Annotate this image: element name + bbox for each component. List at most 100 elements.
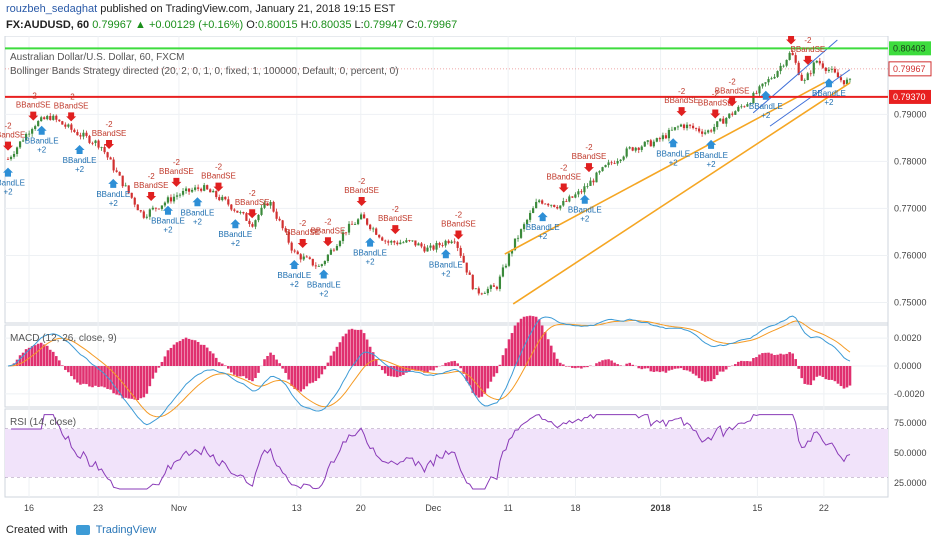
sell-qty-label: -2 [173,158,181,167]
buy-qty-label: +2 [193,217,203,226]
candle-body [160,205,164,209]
candle-body [559,205,562,209]
sell-signal-label: BBandSE [16,101,51,110]
tradingview-brand[interactable]: TradingView [96,524,157,536]
candle-body [685,124,689,129]
high-value: 0.80035 [311,19,352,31]
candle-body [15,147,19,154]
candle-body [679,124,683,127]
candle-body [489,285,492,289]
price-tick-label: 0.75000 [894,298,927,308]
sell-signal-label: BBandSE [159,167,194,176]
candle-body [743,106,746,108]
candle-body [209,189,212,193]
sell-qty-label: -2 [105,120,113,129]
candle-body [103,147,106,153]
candle-body [79,135,82,137]
candle-body [722,118,725,124]
candle-body [206,185,209,190]
rsi-tick-label: 25.0000 [894,478,927,488]
candle-body [94,140,97,143]
candle-body [610,162,613,164]
candle-body [598,171,601,173]
candle-body [486,288,489,294]
candle-body [824,67,827,71]
candle-body [109,157,112,160]
candle-body [200,188,203,191]
candle-body [583,186,586,193]
candle-body [507,253,511,266]
candle-body [121,175,124,187]
candle-body [411,240,414,242]
candle-body [480,293,483,295]
candle-body [773,76,776,79]
candle-body [402,242,405,244]
buy-signal-label: BBandLE [694,151,728,160]
candle-body [640,146,643,150]
candle-body [396,242,399,245]
candle-body [245,213,248,221]
candle-body [414,240,417,246]
candle-body [269,201,272,206]
candle-body [218,197,221,201]
sell-signal-label: BBandSE [698,99,733,108]
price-change: ▲ +0.00129 (+0.16%) [135,19,244,31]
close-label: C: [406,19,418,31]
candle-body [221,196,224,201]
buy-qty-label: +2 [290,280,300,289]
candle-body [794,55,797,63]
candle-body [664,135,668,139]
sell-qty-label: -2 [678,87,686,96]
candle-body [764,82,767,84]
buy-signal-label: BBandLE [749,102,783,111]
time-tick-label: Dec [425,503,442,513]
candle-body [302,256,305,260]
author-link[interactable]: rouzbeh_sedaghat [6,3,97,15]
candle-body [601,167,604,172]
candle-body [372,228,375,230]
candle-body [450,241,453,244]
candle-body [387,241,390,243]
candle-body [498,276,502,289]
publish-header: rouzbeh_sedaghat published on TradingVie… [6,3,395,15]
last-price: 0.79967 [92,19,132,31]
candle-body [272,201,275,212]
candle-body [236,210,239,213]
candle-body [423,246,426,252]
candle-body [622,156,625,160]
sell-qty-label: -2 [148,172,156,181]
buy-signal-label: BBandLE [526,223,560,232]
candle-body [728,113,731,118]
candle-body [568,196,571,202]
buy-qty-label: +2 [707,160,717,169]
sell-signal-label: BBandSE [201,172,236,181]
candle-body [833,68,837,73]
rsi-legend: RSI (14, close) [10,417,76,428]
candle-body [643,141,646,147]
candle-body [18,141,22,148]
candle-body [326,254,329,262]
candle-body [426,247,429,252]
candle-body [100,147,103,148]
candle-body [378,234,381,238]
candle-body [613,162,616,164]
price-chart-svg[interactable]: 0.804030.799670.79370 -2BBandSE-2BBandSE… [0,36,932,550]
candle-body [592,180,595,183]
candle-body [556,206,559,209]
candle-body [532,208,535,214]
candle-body [710,130,713,132]
candle-body [776,71,779,77]
candle-body [49,115,52,120]
sell-qty-label: -2 [358,177,366,186]
candle-body [136,204,139,211]
candle-body [725,117,728,124]
candle-body [293,250,296,252]
sell-qty-label: -2 [455,210,463,219]
sell-qty-label: -2 [68,92,76,101]
candle-body [275,211,278,219]
candle-body [405,240,408,243]
close-value: 0.79967 [417,19,458,31]
candle-body [308,257,311,259]
buy-signal-label: BBandLE [812,89,846,98]
candle-body [649,140,652,147]
